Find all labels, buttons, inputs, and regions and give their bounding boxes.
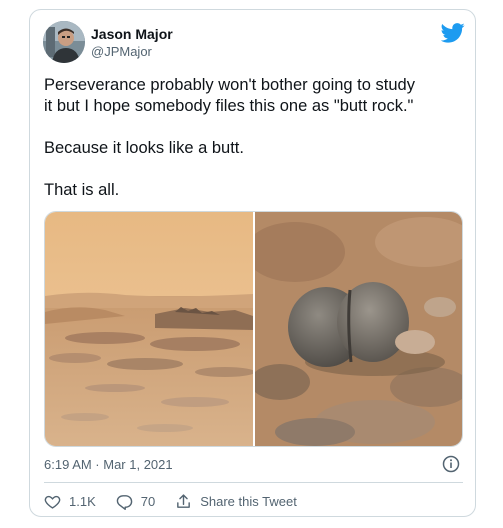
tweet-actions: 1.1K 70 Share this Tweet	[44, 491, 317, 511]
tweet-card[interactable]: Jason Major @JPMajor Perseverance probab…	[29, 9, 476, 517]
tweet-paragraph-1: Perseverance probably won't bother going…	[44, 76, 415, 115]
tweet-timestamp[interactable]: 6:19 AM · Mar 1, 2021	[44, 457, 173, 472]
like-count: 1.1K	[69, 493, 96, 509]
avatar-image	[43, 21, 85, 63]
reply-count: 70	[140, 493, 156, 509]
author-name[interactable]: Jason Major	[91, 26, 173, 42]
mars-landscape-photo[interactable]	[45, 212, 253, 447]
author-handle[interactable]: @JPMajor	[91, 44, 152, 59]
butt-rock-photo[interactable]	[255, 212, 463, 447]
divider	[44, 482, 463, 483]
reply-icon	[116, 494, 133, 510]
share-button[interactable]: Share this Tweet	[175, 493, 297, 510]
twitter-bird-icon[interactable]	[441, 23, 465, 43]
heart-icon	[44, 495, 61, 509]
info-icon[interactable]	[442, 455, 460, 473]
tweet-paragraph-3: That is all.	[44, 181, 120, 199]
tweet-media[interactable]	[44, 211, 463, 447]
avatar[interactable]	[43, 21, 85, 63]
reply-button[interactable]: 70	[116, 493, 155, 510]
tweet-paragraph-2: Because it looks like a butt.	[44, 139, 244, 157]
tweet-text: Perseverance probably won't bother going…	[44, 75, 469, 222]
share-icon	[177, 493, 191, 508]
like-button[interactable]: 1.1K	[44, 493, 96, 510]
share-label: Share this Tweet	[200, 493, 297, 509]
